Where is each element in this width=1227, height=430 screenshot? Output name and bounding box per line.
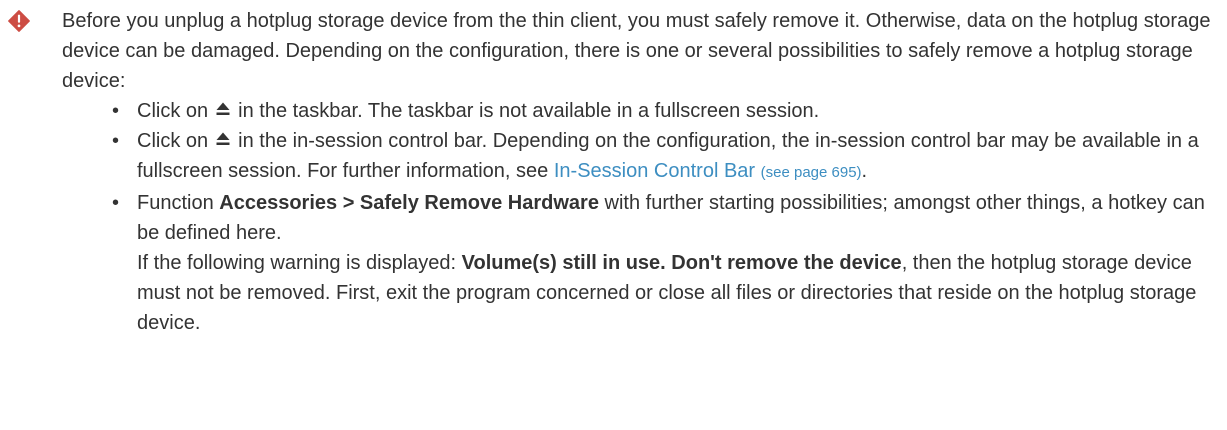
bullet: • (112, 130, 120, 152)
item-text-prefix: Click on (137, 100, 209, 122)
item-text: in the taskbar. The taskbar is not avail… (238, 100, 820, 122)
warning-message: Volume(s) still in use. Don't remove the… (461, 252, 902, 274)
eject-icon (216, 132, 230, 145)
bullet: • (112, 192, 120, 214)
list-item-control-bar: • Click on in the in-session control bar. … (112, 126, 1222, 188)
list-item-safely-remove: • Function Accessories > Safely Remove Ha… (112, 188, 1222, 338)
intro-paragraph: Before you unplug a hotplug storage devi… (62, 10, 1211, 92)
item-text-prefix: Function (137, 192, 214, 214)
list-item-taskbar: • Click on in the taskbar. The taskbar is … (112, 96, 1222, 126)
warning-note: Before you unplug a hotplug storage devi… (0, 0, 1227, 430)
item-text-prefix: Click on (137, 130, 209, 152)
warning-diamond-icon (8, 10, 30, 32)
eject-icon (216, 102, 230, 115)
removal-options-list: • Click on in the taskbar. The taskbar is … (62, 96, 1222, 338)
page-reference-link[interactable]: (see page 695) (761, 164, 862, 181)
item-text-end: . (861, 160, 868, 182)
in-session-control-bar-link[interactable]: In-Session Control Bar (554, 160, 755, 182)
warning-text-prefix: If the following warning is displayed: (137, 252, 457, 274)
menu-path: Accessories > Safely Remove Hardware (219, 192, 599, 214)
note-content: Before you unplug a hotplug storage devi… (62, 6, 1222, 338)
bullet: • (112, 100, 120, 122)
